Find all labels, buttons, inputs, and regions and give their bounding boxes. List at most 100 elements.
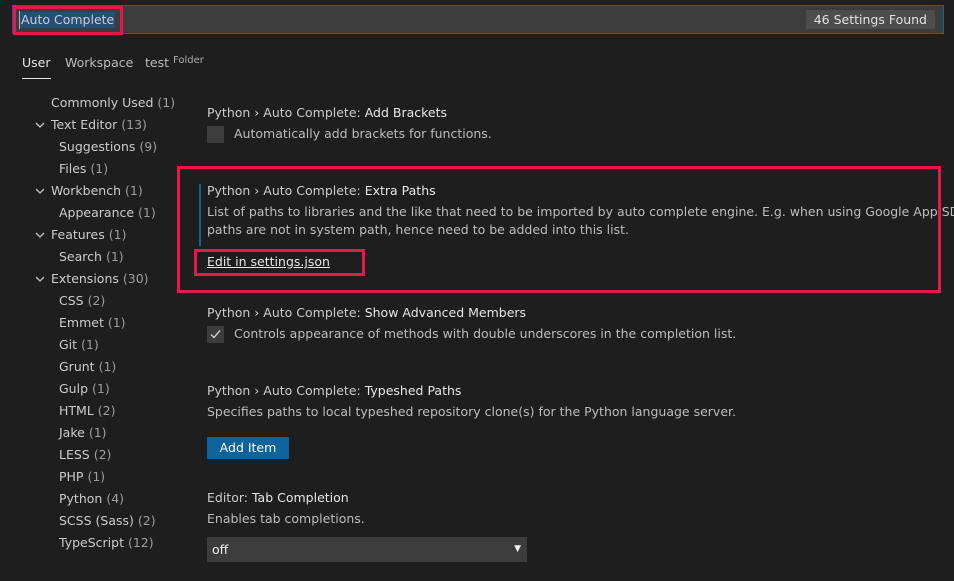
toc-item-count: (1) xyxy=(98,359,117,374)
toc-item-count: (1) xyxy=(107,315,126,330)
toc-item-count: (1) xyxy=(81,337,99,352)
show-advanced-description: Controls appearance of methods with doub… xyxy=(234,326,737,341)
toc-item-count: (2) xyxy=(97,403,116,418)
toc-item[interactable]: Jake (1) xyxy=(59,424,107,442)
toc-item-count: (4) xyxy=(106,491,125,506)
toc-item[interactable]: Emmet (1) xyxy=(59,314,126,332)
setting-annotation-box xyxy=(177,166,941,293)
toc-item-count: (1) xyxy=(88,425,107,440)
toc-item-count: (1) xyxy=(92,381,110,396)
toc-item-label: Search xyxy=(59,249,102,264)
toc-item[interactable]: Extensions (30) xyxy=(51,270,149,288)
toc-item-count: (1) xyxy=(108,227,127,242)
setting-name: Show Advanced Members xyxy=(364,305,527,320)
toc-item[interactable]: Gulp (1) xyxy=(59,380,110,398)
settings-search-bar[interactable]: Auto Complete 46 Settings Found xyxy=(12,5,944,35)
toc-item[interactable]: Features (1) xyxy=(51,226,126,244)
setting-typeshed-paths: Python › Auto Complete: Typeshed Paths S… xyxy=(207,382,736,421)
setting-show-advanced-members: Python › Auto Complete: Show Advanced Me… xyxy=(207,304,526,322)
toc-item-label: Gulp xyxy=(59,381,89,396)
setting-category: Editor: xyxy=(207,490,252,505)
toc-item-label: Extensions xyxy=(51,271,119,286)
setting-tab-completion: Editor: Tab Completion Enables tab compl… xyxy=(207,489,365,528)
toc-item[interactable]: LESS (2) xyxy=(59,446,111,464)
setting-description: Specifies paths to local typeshed reposi… xyxy=(207,404,736,419)
setting-category: Python › Auto Complete: xyxy=(207,105,365,120)
tab-user[interactable]: User xyxy=(22,54,51,79)
toc-item-count: (1) xyxy=(138,205,156,220)
toc-item-count: (1) xyxy=(157,95,176,110)
toc-item[interactable]: Search (1) xyxy=(59,248,124,266)
dropdown-arrow-icon: ▼ xyxy=(514,544,521,554)
toc-item-label: Workbench xyxy=(51,183,121,198)
setting-category: Python › Auto Complete: xyxy=(207,305,365,320)
toc-item-count: (2) xyxy=(87,293,106,308)
toc-item[interactable]: CSS (2) xyxy=(59,292,105,310)
tab-workspace-label: Workspace xyxy=(65,55,134,70)
toc-item-label: Commonly Used xyxy=(51,95,154,110)
tab-user-label: User xyxy=(22,55,51,70)
setting-category: Python › Auto Complete: xyxy=(207,383,365,398)
toc-item-count: (1) xyxy=(87,469,106,484)
toc-item[interactable]: Suggestions (9) xyxy=(59,138,157,156)
toc-item-label: Jake xyxy=(59,425,85,440)
tab-completion-select[interactable]: off ▼ xyxy=(207,537,527,562)
toc-item-label: Text Editor xyxy=(51,117,118,132)
toc-item-label: Suggestions xyxy=(59,139,136,154)
results-count-badge: 46 Settings Found xyxy=(805,10,935,29)
setting-title: Editor: Tab Completion xyxy=(207,489,365,507)
toc-item[interactable]: Git (1) xyxy=(59,336,99,354)
toc-item-label: Grunt xyxy=(59,359,95,374)
toc-item[interactable]: Grunt (1) xyxy=(59,358,116,376)
chevron-down-icon[interactable] xyxy=(34,229,46,241)
setting-name: Typeshed Paths xyxy=(364,383,462,398)
tab-folder-suffix: Folder xyxy=(173,55,204,66)
toc-item-label: LESS xyxy=(59,447,90,462)
chevron-down-icon[interactable] xyxy=(34,273,46,285)
toc-item-count: (9) xyxy=(139,139,158,154)
setting-title: Python › Auto Complete: Show Advanced Me… xyxy=(207,304,526,322)
toc-item-label: Appearance xyxy=(59,205,135,220)
toc-item[interactable]: Workbench (1) xyxy=(51,182,143,200)
check-icon xyxy=(210,330,221,339)
tab-workspace[interactable]: Workspace xyxy=(65,54,133,78)
add-item-button[interactable]: Add Item xyxy=(207,437,289,459)
toc-item-label: SCSS (Sass) xyxy=(59,513,134,528)
toc-item[interactable]: Text Editor (13) xyxy=(51,116,147,134)
toc-item-label: Features xyxy=(51,227,105,242)
setting-description: Enables tab completions. xyxy=(207,511,365,526)
tab-folder-test[interactable]: test Folder xyxy=(145,54,204,78)
toc-item[interactable]: Commonly Used (1) xyxy=(51,94,175,112)
toc-item-label: TypeScript xyxy=(59,535,124,550)
tab-folder-label: test xyxy=(145,55,170,70)
toc-item-label: Files xyxy=(59,161,87,176)
toc-item-label: Python xyxy=(59,491,103,506)
toc-item-label: CSS xyxy=(59,293,84,308)
setting-title: Python › Auto Complete: Typeshed Paths xyxy=(207,382,736,400)
toc-item[interactable]: Files (1) xyxy=(59,160,108,178)
chevron-down-icon[interactable] xyxy=(34,119,46,131)
setting-name: Add Brackets xyxy=(364,105,448,120)
chevron-down-icon[interactable] xyxy=(34,185,46,197)
toc-item-count: (1) xyxy=(124,183,143,198)
add-brackets-checkbox[interactable] xyxy=(207,126,224,143)
toc-item[interactable]: TypeScript (12) xyxy=(59,534,154,552)
toc-item-label: HTML xyxy=(59,403,94,418)
select-value: off xyxy=(212,542,229,557)
toc-item-label: PHP xyxy=(59,469,84,484)
toc-item[interactable]: Appearance (1) xyxy=(59,204,156,222)
toc-item[interactable]: SCSS (Sass) (2) xyxy=(59,512,156,530)
setting-title: Python › Auto Complete: Add Brackets xyxy=(207,104,447,122)
toc-item-count: (1) xyxy=(105,249,124,264)
toc-item[interactable]: HTML (2) xyxy=(59,402,116,420)
toc-item-count: (30) xyxy=(122,271,149,286)
setting-name: Tab Completion xyxy=(251,490,349,505)
toc-item-label: Emmet xyxy=(59,315,104,330)
toc-item[interactable]: Python (4) xyxy=(59,490,124,508)
search-annotation-box xyxy=(13,6,123,35)
toc-item-count: (2) xyxy=(137,513,156,528)
show-advanced-checkbox[interactable] xyxy=(207,326,224,343)
toc-item-label: Git xyxy=(59,337,78,352)
setting-add-brackets: Python › Auto Complete: Add Brackets xyxy=(207,104,447,122)
toc-item[interactable]: PHP (1) xyxy=(59,468,105,486)
